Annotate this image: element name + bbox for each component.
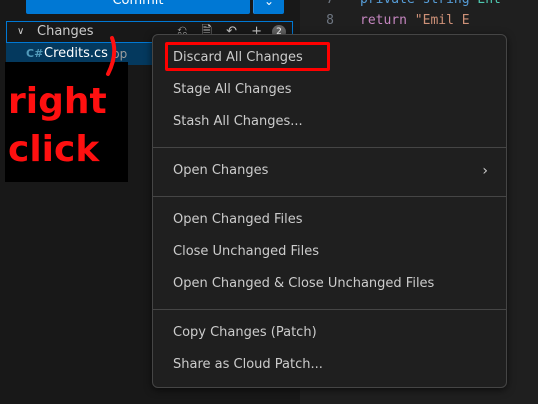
line-number: 7 [300,0,334,7]
menu-item-label: Open Changed & Close Unchanged Files [173,276,435,291]
chevron-right-icon: › [482,163,488,179]
annotation-curve-mark [106,36,117,76]
menu-item-open-changed-close-unchanged-files[interactable]: Open Changed & Close Unchanged Files [153,271,506,297]
annotation-line-2: click [8,129,100,170]
menu-item-label: Stash All Changes... [173,114,303,129]
code-token: Ent [477,0,500,7]
chevron-down-icon: ∨ [17,26,25,37]
menu-item-open-changed-files[interactable]: Open Changed Files [153,207,506,233]
line-number: 8 [326,12,334,28]
context-menu: Discard All Changes Stage All Changes Stas… [152,34,507,388]
commit-button[interactable]: Commit [26,0,250,14]
annotation-highlight-box [165,42,330,71]
menu-separator [153,147,506,148]
code-token: "Emil E [414,12,470,28]
menu-item-label: Close Unchanged Files [173,244,320,259]
menu-item-label: Stage All Changes [173,82,292,97]
code-line: return "Emil E [360,13,470,28]
code-token: private string [360,0,477,7]
code-line: private string Ent [360,0,501,7]
menu-separator [153,309,506,310]
menu-item-label: Open Changed Files [173,212,303,227]
menu-item-stash-all-changes[interactable]: Stash All Changes... [153,109,506,135]
changes-title: Changes [37,24,94,39]
menu-item-label: Copy Changes (Patch) [173,325,317,340]
menu-item-share-as-cloud-patch[interactable]: Share as Cloud Patch... [153,352,506,378]
annotation-line-1: right [8,81,107,122]
menu-item-close-unchanged-files[interactable]: Close Unchanged Files [153,239,506,265]
menu-item-copy-changes-patch[interactable]: Copy Changes (Patch) [153,320,506,346]
annotation-text: right click [8,78,128,174]
menu-item-stage-all-changes[interactable]: Stage All Changes [153,77,506,103]
menu-item-label: Open Changes [173,163,269,178]
code-token: return [360,12,415,28]
menu-separator [153,196,506,197]
menu-item-label: Share as Cloud Patch... [173,357,323,372]
commit-dropdown-button[interactable]: ⌄ [253,0,284,14]
menu-item-open-changes[interactable]: Open Changes › [153,158,506,184]
